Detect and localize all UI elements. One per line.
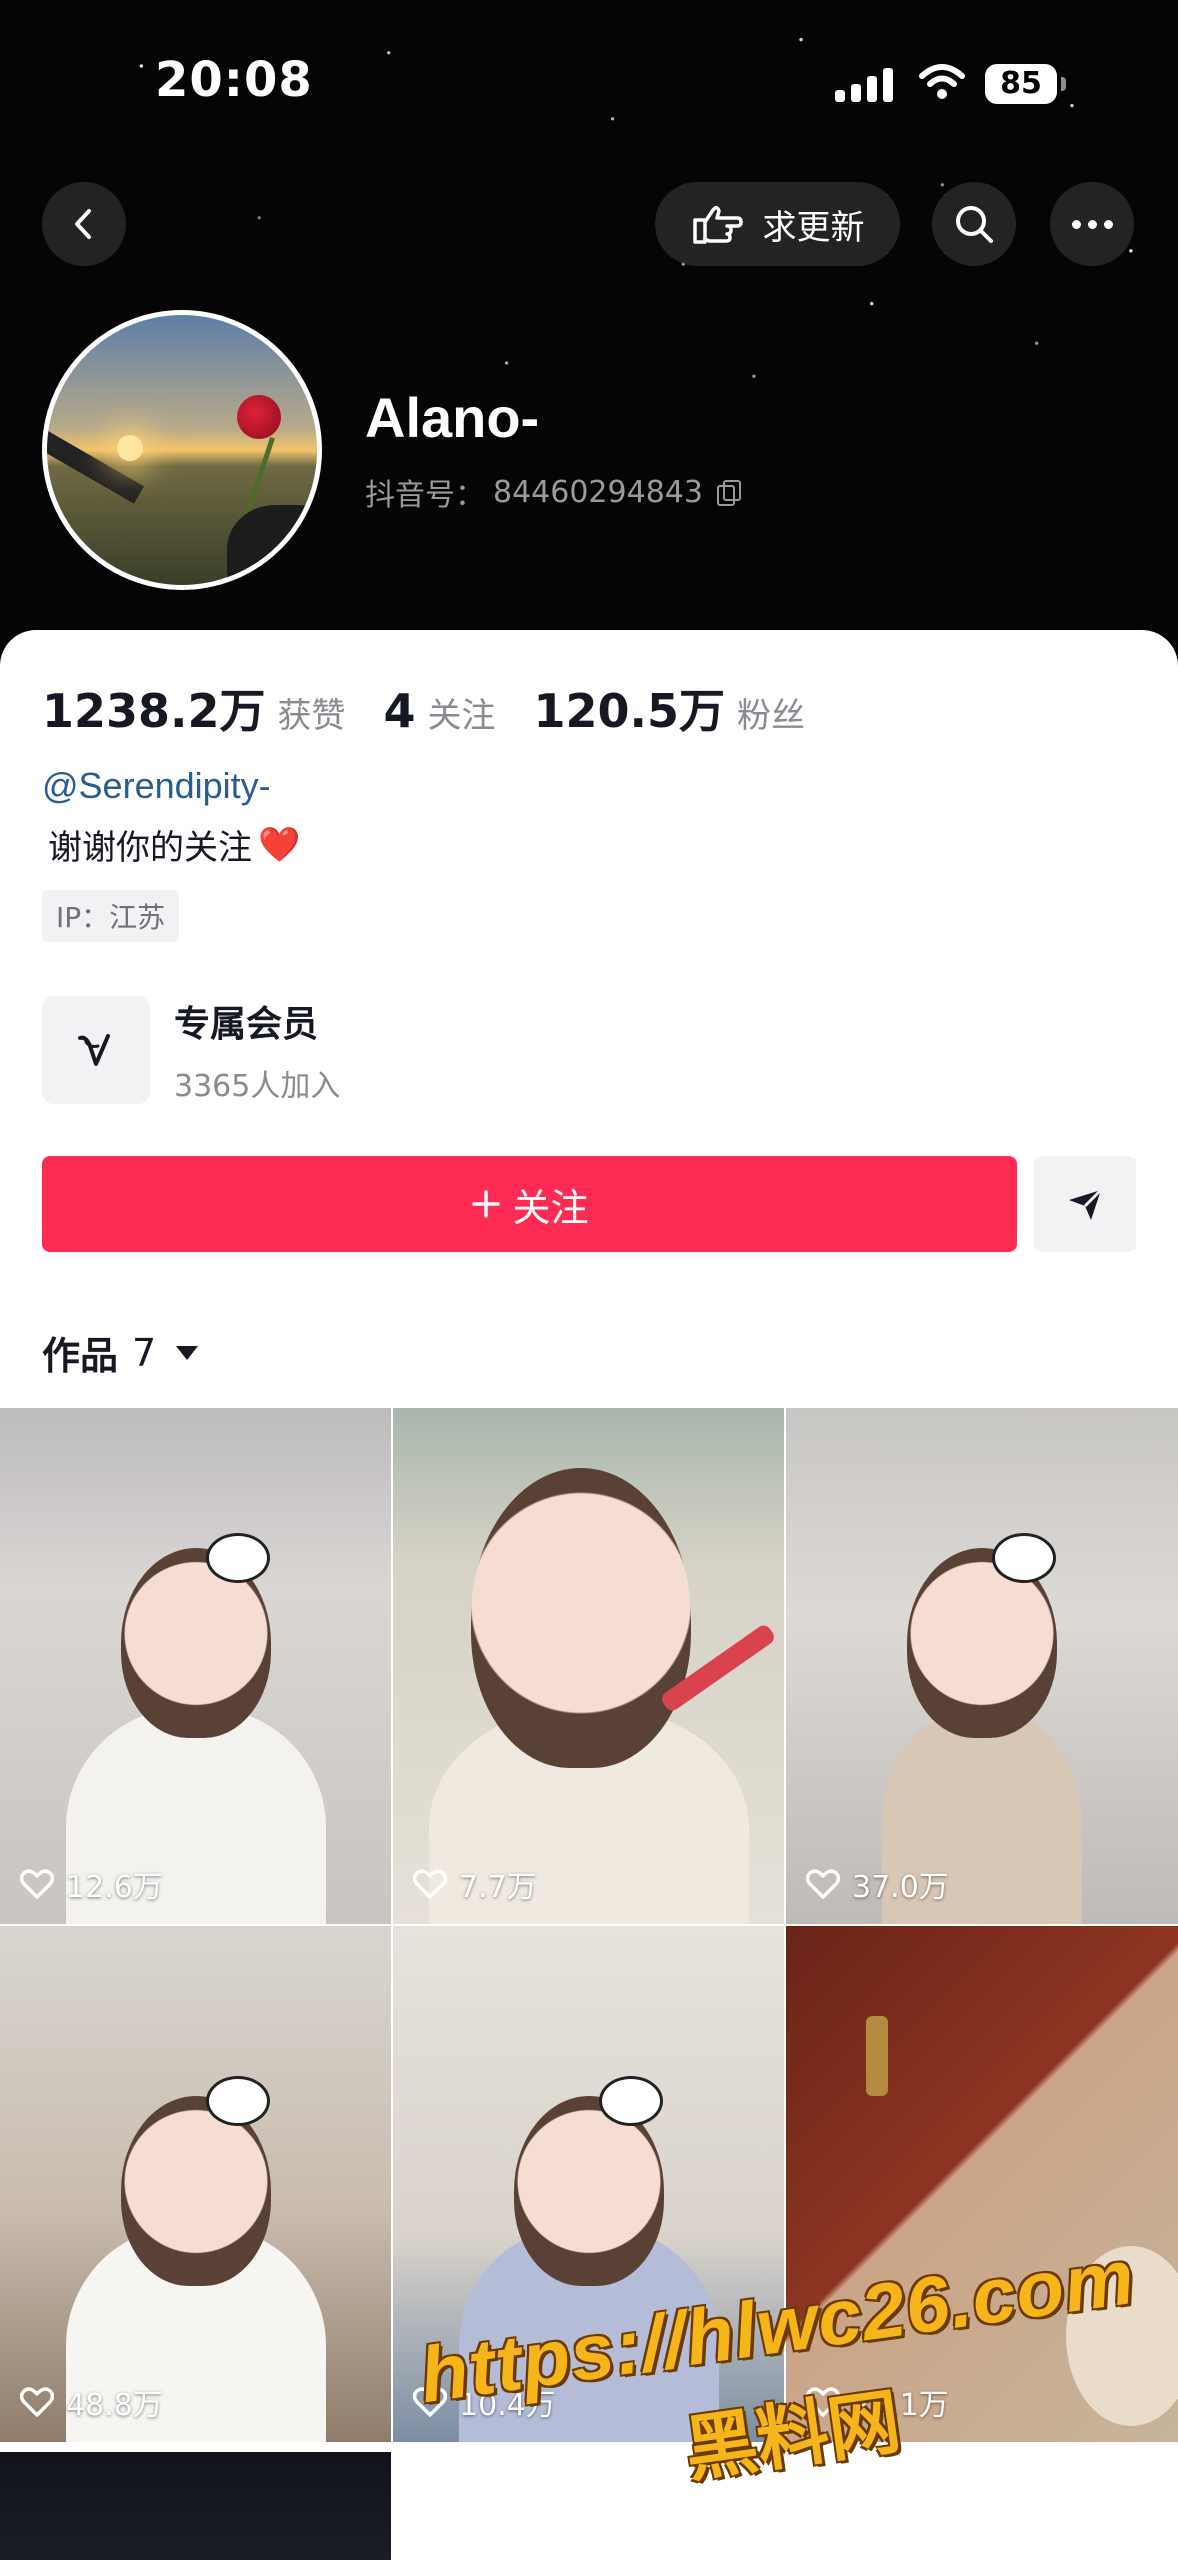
works-label: 作品: [42, 1334, 119, 1378]
stat-label: 获赞: [277, 696, 346, 736]
stat-label: 关注: [427, 696, 496, 736]
stat-value: 120.5万: [533, 684, 726, 738]
profile-header: 20:08 85 求更新 Alano- 抖音号： 84460294843: [0, 0, 1178, 660]
works-count: 7: [132, 1330, 157, 1375]
follow-button[interactable]: 关注: [42, 1156, 1017, 1252]
like-count: 48.8万: [20, 2380, 163, 2424]
chevron-left-icon: [75, 209, 91, 239]
douyin-id-label: 抖音号：: [365, 478, 485, 513]
membership-entry[interactable]: 专属会员 3365人加入: [42, 995, 340, 1105]
sticker-icon: [598, 2076, 663, 2126]
like-count-value: 7.7万: [459, 1870, 537, 1905]
request-update-button[interactable]: 求更新: [655, 182, 900, 266]
more-button[interactable]: [1050, 182, 1134, 266]
paper-plane-icon: [1069, 1188, 1103, 1220]
sticker-icon: [205, 1533, 270, 1583]
avatar[interactable]: [42, 310, 322, 590]
bio-text: 谢谢你的关注: [48, 828, 252, 868]
profile-stats: 1238.2万 获赞 4 关注 120.5万 粉丝: [42, 675, 843, 741]
works-tab[interactable]: 作品 7: [42, 1325, 199, 1380]
more-dots-icon: [1071, 219, 1113, 229]
membership-subtitle: 3365人加入: [174, 1069, 341, 1104]
stat-followers[interactable]: 120.5万 粉丝: [534, 675, 806, 741]
heart-outline-icon: [806, 1869, 840, 1899]
copy-icon[interactable]: [716, 480, 741, 506]
video-tile[interactable]: 12.6万: [0, 1408, 391, 1924]
video-tile[interactable]: [0, 2452, 391, 2560]
pointing-hand-icon: [692, 206, 743, 244]
like-count: 37.0万: [806, 1862, 949, 1906]
douyin-id-row[interactable]: 抖音号： 84460294843: [365, 470, 741, 514]
status-bar: 20:08 85: [0, 0, 1178, 170]
request-update-label: 求更新: [762, 207, 865, 248]
heart-outline-icon: [413, 1869, 447, 1899]
stat-following[interactable]: 4 关注: [384, 684, 496, 738]
stat-label: 粉丝: [737, 696, 806, 736]
wifi-icon: [918, 62, 966, 106]
stat-likes[interactable]: 1238.2万 获赞: [42, 675, 346, 741]
follow-label: 关注: [512, 1185, 589, 1230]
profile-name: Alano-: [365, 386, 540, 449]
video-tile[interactable]: 48.8万: [0, 1926, 391, 2442]
back-button[interactable]: [42, 182, 126, 266]
bio-text-row: 谢谢你的关注 ❤️: [48, 820, 300, 869]
heart-outline-icon: [20, 2387, 54, 2417]
search-icon: [956, 206, 993, 243]
bio-mention-link[interactable]: @Serendipity-: [42, 765, 271, 807]
red-heart-icon: ❤️: [258, 824, 301, 865]
stat-value: 4: [383, 684, 416, 738]
status-time: 20:08: [155, 52, 313, 108]
sticker-icon: [205, 2076, 270, 2126]
video-tile[interactable]: 37.0万: [786, 1408, 1178, 1924]
heart-outline-icon: [20, 1869, 54, 1899]
like-count-value: 37.0万: [852, 1870, 949, 1905]
like-count-value: 12.6万: [66, 1870, 163, 1905]
stat-value: 1238.2万: [42, 684, 266, 738]
membership-title: 专属会员: [174, 1004, 319, 1045]
membership-v-icon: [42, 996, 150, 1104]
plus-icon: [472, 1190, 501, 1218]
video-tile[interactable]: 7.7万: [393, 1408, 784, 1924]
douyin-id-value: 84460294843: [493, 474, 703, 510]
like-count-value: 48.8万: [66, 2388, 163, 2423]
sticker-icon: [992, 1533, 1056, 1583]
battery-indicator: 85: [985, 64, 1066, 104]
ip-location-tag: IP：江苏: [42, 890, 180, 942]
like-count: 12.6万: [20, 1862, 163, 1906]
cellular-signal-icon: [835, 66, 893, 102]
like-count: 7.7万: [413, 1862, 537, 1906]
caret-down-icon: [176, 1345, 199, 1360]
send-message-button[interactable]: [1034, 1156, 1136, 1252]
search-button[interactable]: [932, 182, 1016, 266]
